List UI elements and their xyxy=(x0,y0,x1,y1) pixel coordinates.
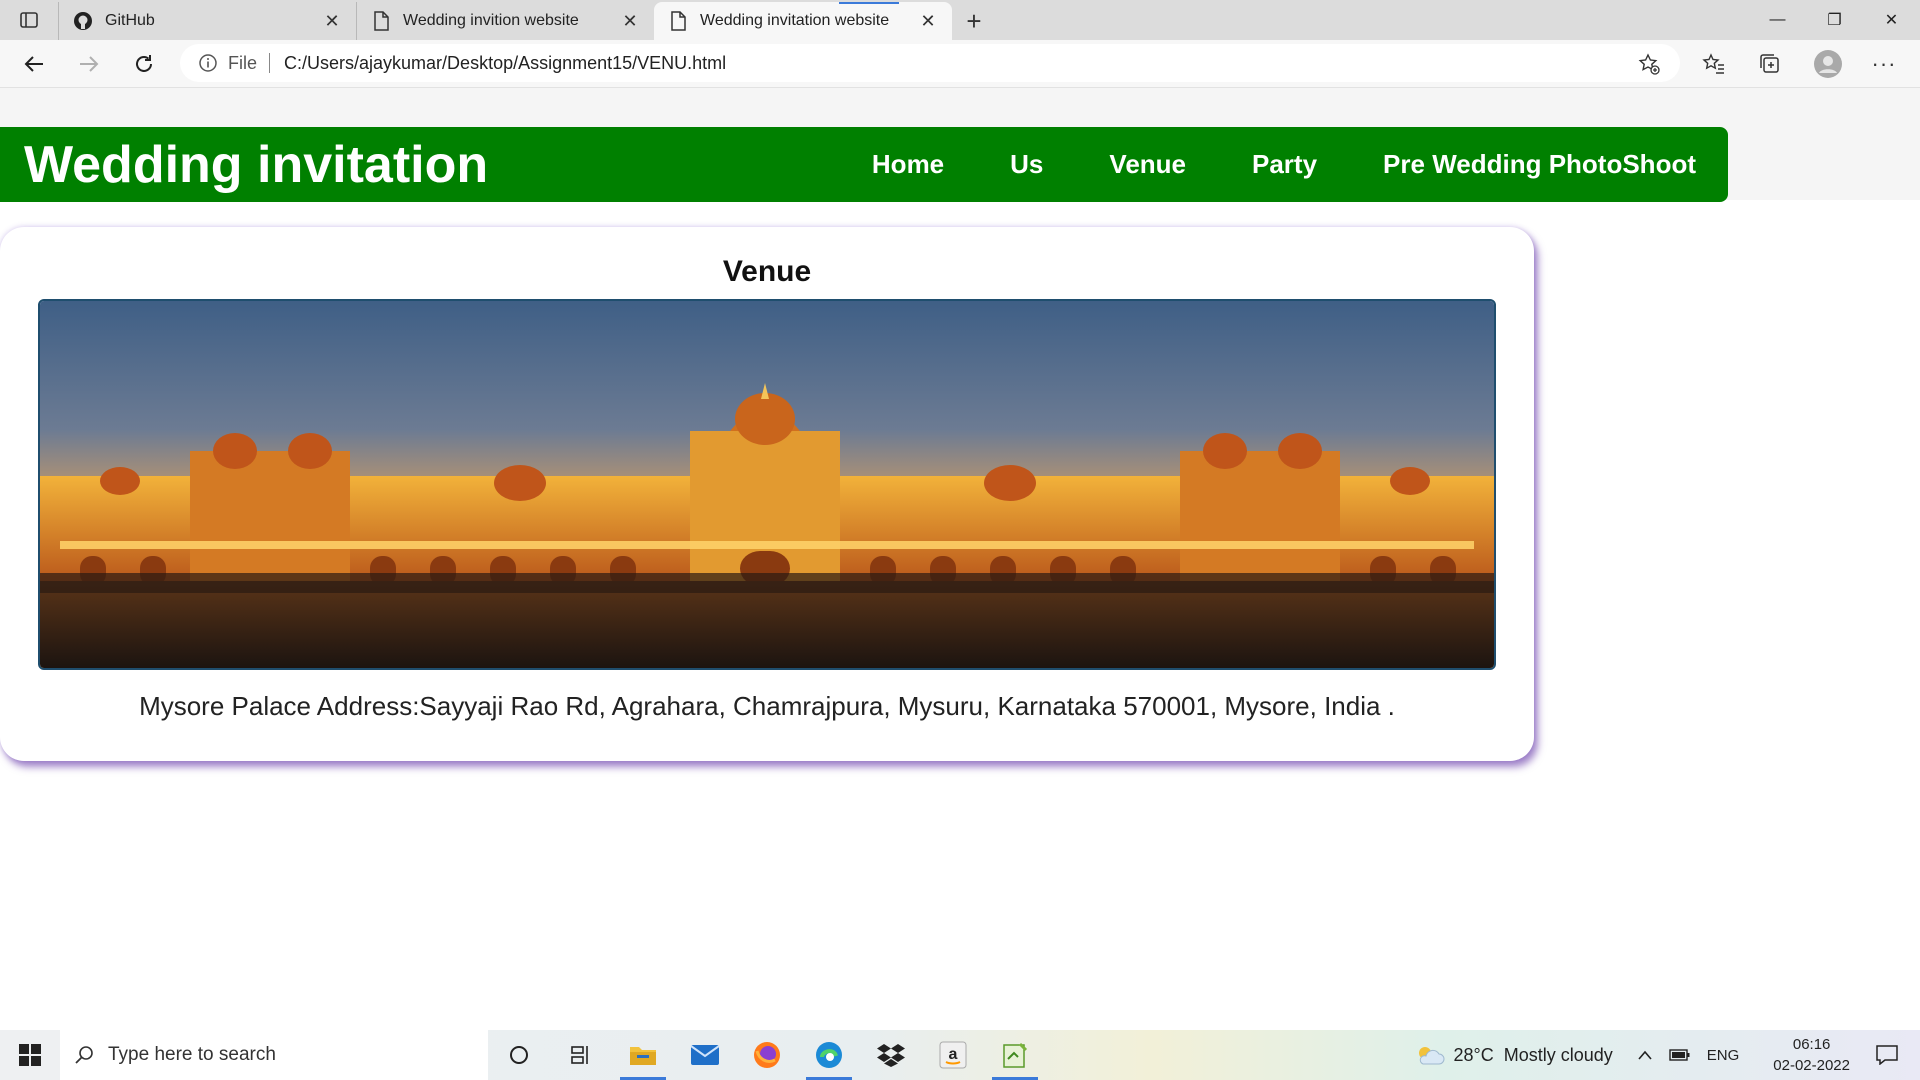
forward-button[interactable] xyxy=(71,46,107,82)
refresh-button[interactable] xyxy=(126,46,162,82)
edge-button[interactable] xyxy=(798,1030,860,1080)
language-indicator[interactable]: ENG xyxy=(1707,1047,1740,1064)
cloud-icon xyxy=(1419,1047,1445,1065)
nav-links: Home Us Venue Party Pre Wedding PhotoSho… xyxy=(872,127,1728,202)
address-bar[interactable]: File C:/Users/ajaykumar/Desktop/Assignme… xyxy=(180,44,1680,82)
chevron-up-icon[interactable] xyxy=(1637,1049,1653,1061)
back-button[interactable] xyxy=(16,46,52,82)
add-favorite-icon[interactable] xyxy=(1638,53,1660,80)
nav-party-link[interactable]: Party xyxy=(1252,149,1317,180)
task-view-button[interactable] xyxy=(550,1030,612,1080)
tab-actions-icon xyxy=(20,12,38,28)
tab-wedding-invition[interactable]: Wedding invition website ✕ xyxy=(356,2,654,40)
forward-arrow-icon xyxy=(80,56,99,72)
clock-time: 06:16 xyxy=(1792,1036,1831,1053)
url-scheme: File xyxy=(228,53,271,73)
windows-icon xyxy=(19,1044,41,1066)
weather-text: 28°C Mostly cloudy xyxy=(1453,1044,1613,1065)
folder-icon xyxy=(630,1047,656,1065)
site-brand: Wedding invitation xyxy=(24,135,489,194)
clock[interactable]: 06:16 02-02-2022 xyxy=(1773,1034,1850,1076)
window-controls: — ❐ ✕ xyxy=(1749,0,1920,40)
file-explorer-button[interactable] xyxy=(612,1030,674,1080)
tab-wedding-invitation-active[interactable]: Wedding invitation website ✕ xyxy=(654,2,952,40)
nav-us-link[interactable]: Us xyxy=(1010,149,1043,180)
tab-title: GitHub xyxy=(105,12,155,29)
nav-venue-link[interactable]: Venue xyxy=(1109,149,1186,180)
new-tab-button[interactable]: + xyxy=(952,2,996,40)
venue-photo xyxy=(38,299,1496,670)
avatar-icon xyxy=(1814,50,1842,78)
weather-widget[interactable]: 28°C Mostly cloudy xyxy=(1415,1044,1613,1066)
cortana-icon xyxy=(510,1046,528,1064)
browser-toolbar: File C:/Users/ajaykumar/Desktop/Assignme… xyxy=(0,40,1920,88)
refresh-icon xyxy=(136,55,152,72)
close-tab-icon[interactable]: ✕ xyxy=(918,11,938,31)
mail-icon xyxy=(690,1045,720,1065)
cortana-button[interactable] xyxy=(488,1030,550,1080)
page-icon xyxy=(668,11,688,31)
tab-github[interactable]: GitHub ✕ xyxy=(58,2,356,40)
tab-strip: GitHub ✕ Wedding invition website ✕ Wedd… xyxy=(0,0,1920,40)
venue-card: Venue Mysore Palace Address:Sayyaji Rao … xyxy=(0,227,1534,761)
close-tab-icon[interactable]: ✕ xyxy=(620,11,640,31)
amazon-icon: a xyxy=(939,1041,967,1069)
more-icon: ··· xyxy=(1871,51,1897,76)
clock-date: 02-02-2022 xyxy=(1773,1057,1850,1074)
dropbox-button[interactable] xyxy=(860,1030,922,1080)
tab-title: Wedding invition website xyxy=(403,12,579,29)
svg-text:a: a xyxy=(949,1046,958,1063)
url-text[interactable]: C:/Users/ajaykumar/Desktop/Assignment15/… xyxy=(284,53,726,74)
nav-prewedding-link[interactable]: Pre Wedding PhotoShoot xyxy=(1383,149,1696,180)
taskbar-search[interactable]: Type here to search xyxy=(60,1030,488,1080)
task-view-icon xyxy=(571,1046,588,1064)
site-navbar: Wedding invitation Home Us Venue Party P… xyxy=(0,127,1728,202)
notepadpp-button[interactable] xyxy=(984,1030,1046,1080)
page-content: Wedding invitation Home Us Venue Party P… xyxy=(0,88,1920,1030)
mail-button[interactable] xyxy=(674,1030,736,1080)
tab-actions-button[interactable] xyxy=(0,0,58,40)
settings-more-button[interactable]: ··· xyxy=(1866,46,1902,82)
minimize-icon[interactable]: — xyxy=(1749,0,1806,40)
start-button[interactable] xyxy=(0,1030,60,1080)
notepad-plus-icon xyxy=(1003,1042,1028,1068)
nav-home-link[interactable]: Home xyxy=(872,149,944,180)
dropbox-icon xyxy=(877,1044,905,1067)
close-tab-icon[interactable]: ✕ xyxy=(322,11,342,31)
collections-button[interactable] xyxy=(1752,46,1788,82)
profile-button[interactable] xyxy=(1810,46,1846,82)
github-icon xyxy=(73,11,93,31)
back-arrow-icon xyxy=(24,56,43,72)
battery-icon[interactable] xyxy=(1669,1048,1691,1062)
restore-icon[interactable]: ❐ xyxy=(1806,0,1863,40)
taskbar: Type here to search a 28°C Mostly cloudy xyxy=(0,1030,1920,1080)
edge-icon xyxy=(816,1042,842,1068)
collections-icon xyxy=(1760,54,1779,73)
system-tray: 28°C Mostly cloudy ENG 06:16 02-02-2022 xyxy=(1415,1030,1920,1080)
notification-icon[interactable] xyxy=(1876,1045,1898,1065)
window-close-icon[interactable]: ✕ xyxy=(1863,0,1920,40)
favorites-button[interactable] xyxy=(1696,46,1732,82)
venue-heading: Venue xyxy=(722,255,812,288)
search-icon xyxy=(74,1045,94,1065)
search-placeholder: Type here to search xyxy=(108,1044,276,1065)
firefox-icon xyxy=(754,1042,780,1068)
info-icon[interactable] xyxy=(198,53,218,73)
favorites-icon xyxy=(1702,53,1724,74)
tab-title: Wedding invitation website xyxy=(700,12,890,29)
palace-image xyxy=(40,301,1494,668)
venue-address: Mysore Palace Address:Sayyaji Rao Rd, Ag… xyxy=(139,691,1395,721)
amazon-button[interactable]: a xyxy=(922,1030,984,1080)
firefox-button[interactable] xyxy=(736,1030,798,1080)
page-icon xyxy=(371,11,391,31)
